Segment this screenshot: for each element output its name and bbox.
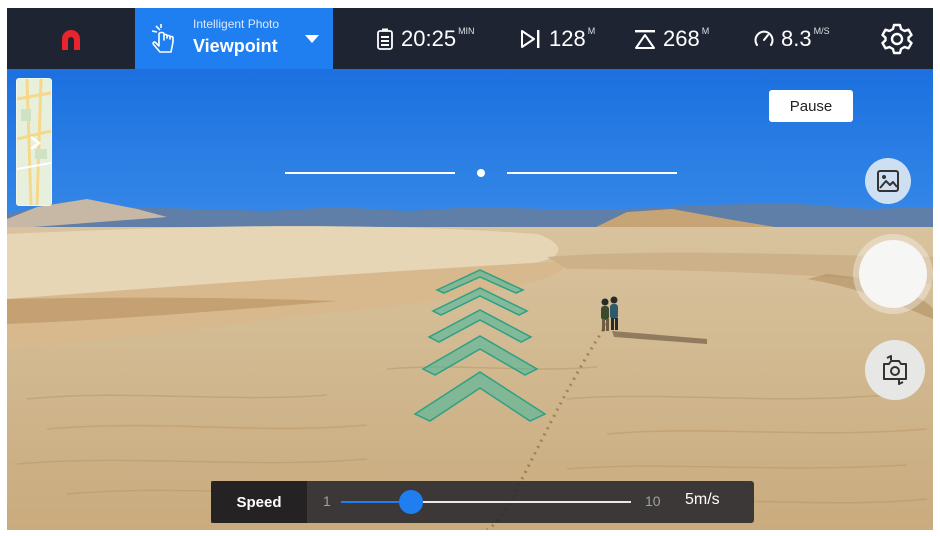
brand-logo-icon	[62, 29, 80, 50]
altitude-unit: M	[701, 26, 710, 36]
app-frame: Intelligent Photo Viewpoint 20:25 MIN 12…	[7, 8, 933, 530]
minimap[interactable]	[16, 78, 52, 206]
distance-value: 128	[549, 25, 586, 51]
top-status-bar: Intelligent Photo Viewpoint 20:25 MIN 12…	[7, 8, 933, 69]
speed-slider[interactable]	[341, 490, 631, 514]
speed-control: Speed 1 10 5m/s	[211, 481, 754, 523]
flight-time-stat: 20:25 MIN	[375, 8, 475, 69]
chevron-down-icon	[305, 35, 319, 43]
speed-unit: M/S	[813, 26, 830, 36]
battery-icon	[377, 28, 393, 50]
switch-camera-button[interactable]	[865, 340, 925, 400]
camera-scene	[7, 69, 933, 530]
shutter-button[interactable]	[853, 234, 933, 314]
speed-current-value: 5m/s	[685, 491, 720, 508]
horizon-indicator	[285, 169, 677, 177]
hand-tap-icon	[151, 24, 174, 53]
distance-icon	[521, 29, 540, 48]
speed-slider-thumb[interactable]	[398, 490, 423, 514]
speed-max-value: 10	[645, 493, 661, 509]
pause-button[interactable]: Pause	[769, 90, 853, 122]
flight-time-unit: MIN	[458, 26, 475, 36]
mode-category: Intelligent Photo	[193, 17, 280, 31]
distance-stat: 128 M	[519, 8, 595, 69]
speed-stat: 8.3 M/S	[753, 8, 830, 69]
settings-button[interactable]	[879, 21, 915, 57]
speed-min-value: 1	[323, 493, 331, 509]
gallery-button[interactable]	[865, 158, 911, 204]
speed-value: 8.3	[781, 25, 812, 51]
distance-unit: M	[587, 26, 596, 36]
switch-camera-icon	[883, 355, 907, 385]
altitude-icon	[635, 29, 655, 49]
gear-icon	[881, 23, 913, 55]
altitude-value: 268	[663, 25, 700, 51]
minimap-image	[17, 79, 51, 205]
shutter-inner	[859, 240, 927, 308]
speedometer-icon	[754, 30, 774, 46]
mode-selector[interactable]: Intelligent Photo Viewpoint	[135, 8, 333, 69]
speed-label: Speed	[211, 481, 307, 523]
mode-name: Viewpoint	[193, 36, 278, 56]
brand-logo[interactable]	[7, 8, 135, 69]
camera-view[interactable]	[7, 69, 933, 530]
gallery-icon	[877, 170, 899, 192]
altitude-stat: 268 M	[633, 8, 709, 69]
flight-time-value: 20:25	[401, 25, 457, 51]
